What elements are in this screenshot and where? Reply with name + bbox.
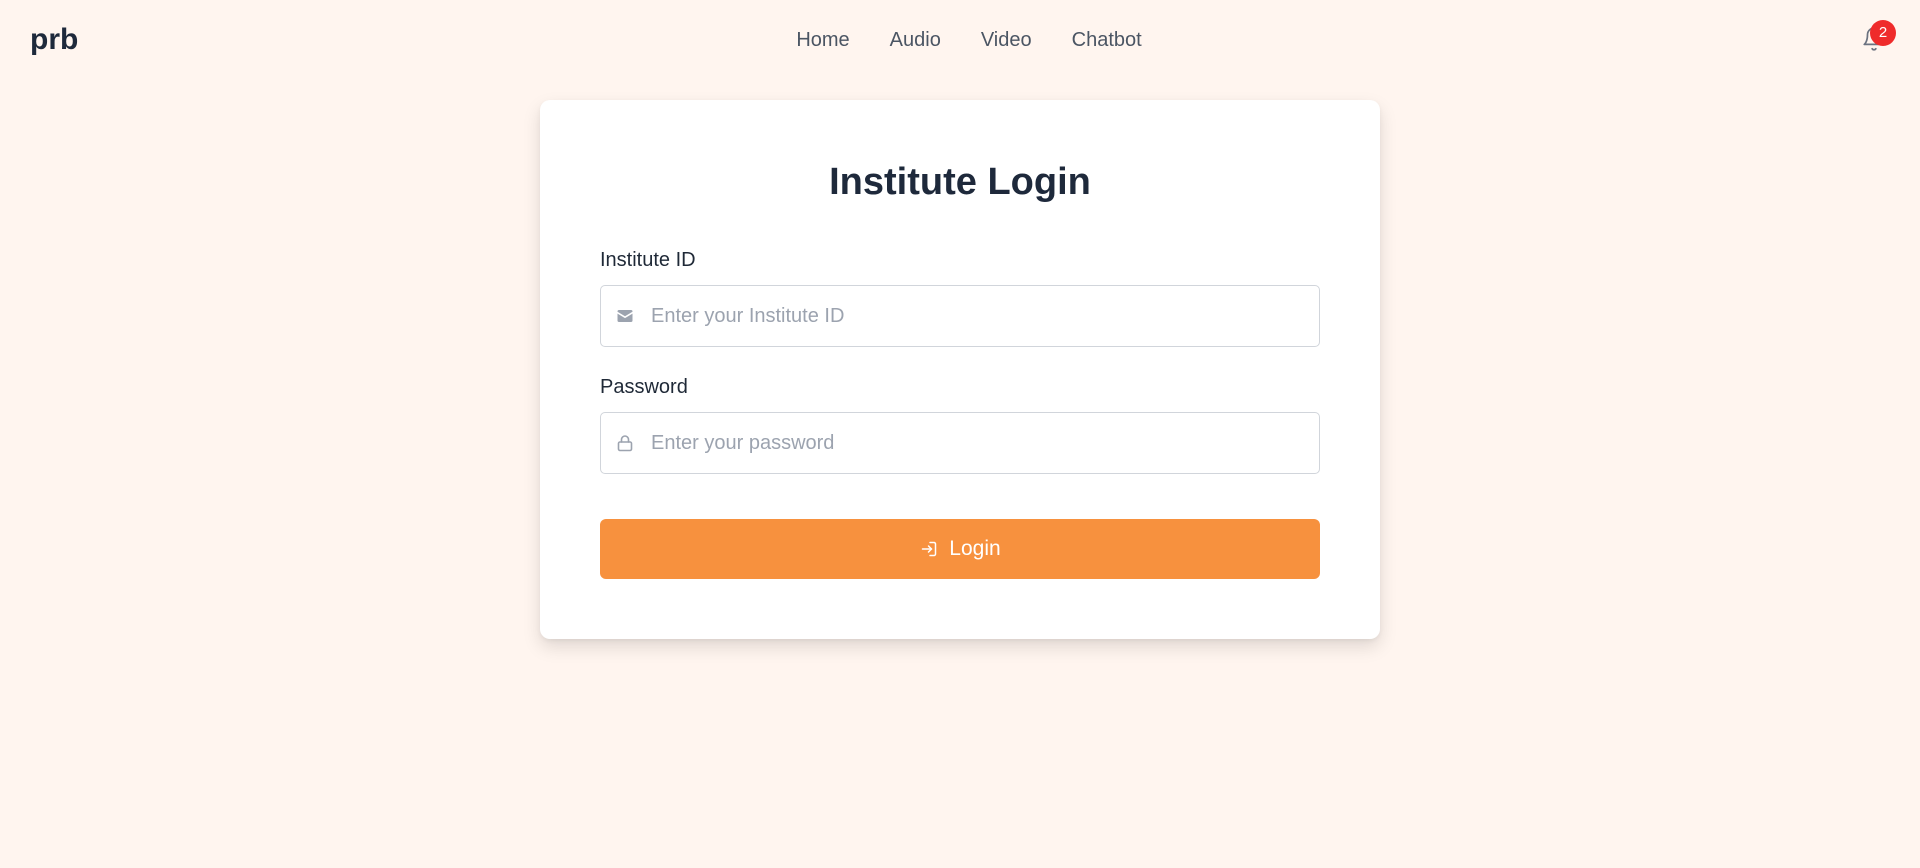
nav-link-chatbot[interactable]: Chatbot bbox=[1072, 26, 1142, 54]
institute-id-label: Institute ID bbox=[600, 249, 696, 271]
nav-link-audio[interactable]: Audio bbox=[890, 26, 941, 54]
password-label: Password bbox=[600, 376, 688, 398]
institute-id-field[interactable] bbox=[600, 285, 1320, 347]
lock-icon bbox=[615, 433, 635, 453]
main-nav: Home Audio Video Chatbot bbox=[0, 26, 1920, 54]
login-button-label: Login bbox=[949, 537, 1001, 560]
envelope-icon bbox=[615, 306, 635, 326]
login-card: Institute Login Institute ID Password bbox=[540, 100, 1380, 639]
notification-badge: 2 bbox=[1870, 20, 1896, 46]
nav-link-home[interactable]: Home bbox=[796, 26, 849, 54]
password-input[interactable] bbox=[651, 413, 1311, 473]
login-arrow-icon bbox=[919, 539, 939, 559]
login-button[interactable]: Login bbox=[600, 519, 1320, 579]
top-navbar: prb Home Audio Video Chatbot 2 bbox=[0, 0, 1920, 80]
page-title: Institute Login bbox=[829, 161, 1091, 203]
nav-link-video[interactable]: Video bbox=[981, 26, 1032, 54]
password-field[interactable] bbox=[600, 412, 1320, 474]
institute-id-input[interactable] bbox=[651, 286, 1311, 346]
